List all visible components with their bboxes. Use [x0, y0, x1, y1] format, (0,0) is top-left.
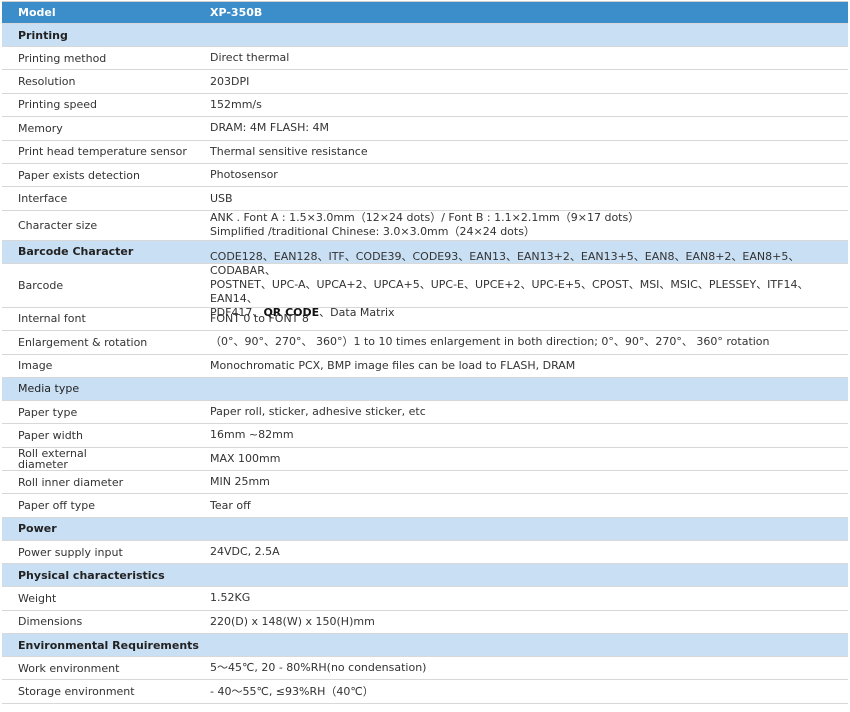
spec-label: Character size	[18, 218, 98, 232]
spec-row: Storage environment - 40～55℃, ≤93%RH（40℃…	[2, 680, 848, 704]
section-title: Environmental Requirements	[18, 638, 199, 652]
spec-row: Roll inner diameter MIN 25mm	[2, 471, 848, 495]
spec-row: Barcode CODE128、EAN128、ITF、CODE39、CODE93、…	[2, 250, 848, 319]
section-title: Power	[18, 522, 57, 536]
spec-value-line: CODE128、EAN128、ITF、CODE39、CODE93、EAN13、E…	[210, 250, 800, 278]
model-value: XP-350B	[210, 5, 263, 19]
spec-value: 220(D) x 148(W) x 150(H)mm	[210, 614, 375, 628]
section-header: Physical characteristics	[2, 564, 848, 588]
spec-label: Paper type	[18, 405, 78, 419]
spec-label: Paper width	[18, 428, 83, 442]
spec-row: Resolution 203DPI	[2, 70, 848, 94]
spec-value: - 40～55℃, ≤93%RH（40℃）	[210, 684, 374, 698]
spec-label: Resolution	[18, 75, 76, 89]
spec-row: Paper off type Tear off	[2, 494, 848, 518]
spec-label: Internal font	[18, 312, 86, 326]
section-header: Printing	[2, 24, 848, 47]
spec-value: 24VDC, 2.5A	[210, 545, 280, 559]
section-title: Printing	[18, 28, 68, 42]
spec-label: Printing speed	[18, 98, 98, 112]
section-title: Physical characteristics	[18, 568, 165, 582]
spec-label: Enlargement & rotation	[18, 335, 148, 349]
spec-label: Print head temperature sensor	[18, 145, 187, 159]
spec-row: Image Monochromatic PCX, BMP image files …	[2, 355, 848, 378]
spec-row: Paper width 16mm ~82mm	[2, 424, 848, 448]
spec-row: Enlargement & rotation （0°、90°、270°、 360°…	[2, 331, 848, 355]
spec-row: Print head temperature sensor Thermal sen…	[2, 141, 848, 164]
spec-value: 1.52KG	[210, 591, 251, 605]
spec-value-line: POSTNET、UPC-A、UPCA+2、UPCA+5、UPC-E、UPCE+2…	[210, 278, 809, 306]
spec-row: Internal font FONT 0 to FONT 8	[2, 308, 848, 332]
spec-value: Paper roll, sticker, adhesive sticker, e…	[210, 405, 426, 419]
spec-value-line: Simplified /traditional Chinese: 3.0×3.0…	[210, 225, 535, 239]
spec-row: Work environment 5～45℃, 20 - 80%RH(no con…	[2, 657, 848, 681]
spec-value: Thermal sensitive resistance	[210, 144, 368, 158]
spec-label: Dimensions	[18, 615, 83, 629]
spec-row: Printing method Direct thermal	[2, 47, 848, 71]
spec-label: Paper off type	[18, 499, 96, 513]
spec-value: DRAM: 4M FLASH: 4M	[210, 121, 330, 135]
spec-value: Tear off	[210, 498, 251, 512]
spec-row: Weight 1.52KG	[2, 587, 848, 611]
spec-table: Model XP-350B Printing Printing method Dir…	[2, 1, 848, 704]
spec-label: Barcode	[18, 278, 64, 292]
spec-value: 16mm ~82mm	[210, 428, 294, 442]
section-header: Environmental Requirements	[2, 634, 848, 658]
spec-value: USB	[210, 191, 233, 205]
spec-label: Work environment	[18, 661, 120, 675]
model-label: Model	[18, 6, 56, 19]
spec-label: Roll inner diameter	[18, 475, 124, 489]
spec-label: Weight	[18, 591, 57, 605]
section-header: Media type	[2, 377, 848, 401]
spec-value: 152mm/s	[210, 97, 262, 111]
spec-label: Roll external diameter	[2, 448, 194, 470]
spec-row: Character size ANK . Font A : 1.5×3.0mm（1…	[2, 211, 848, 241]
spec-row: Printing speed 152mm/s	[2, 94, 848, 118]
section-header: Power	[2, 517, 848, 541]
spec-row: Interface USB	[2, 187, 848, 211]
section-title: Media type	[18, 382, 80, 396]
spec-label: Storage environment	[18, 685, 135, 699]
model-row: Model XP-350B	[2, 2, 848, 24]
spec-value: 5～45℃, 20 - 80%RH(no condensation)	[210, 661, 427, 675]
spec-value: ANK . Font A : 1.5×3.0mm（12×24 dots）/ Fo…	[194, 211, 848, 239]
spec-row: Power supply input 24VDC, 2.5A	[2, 541, 848, 565]
spec-value: MIN 25mm	[210, 475, 270, 489]
spec-row: Memory DRAM: 4M FLASH: 4M	[2, 117, 848, 141]
spec-row: Dimensions 220(D) x 148(W) x 150(H)mm	[2, 611, 848, 635]
spec-row: Roll external diameter MAX 100mm	[2, 448, 848, 472]
spec-value: 203DPI	[210, 74, 250, 88]
spec-label: Printing method	[18, 51, 107, 65]
spec-label: Image	[18, 359, 53, 373]
spec-label: Paper exists detection	[18, 168, 141, 182]
spec-value: Direct thermal	[210, 51, 290, 65]
spec-value: Monochromatic PCX, BMP image files can b…	[210, 358, 576, 372]
spec-row: Paper type Paper roll, sticker, adhesive …	[2, 401, 848, 425]
spec-value-line: ANK . Font A : 1.5×3.0mm（12×24 dots）/ Fo…	[210, 211, 640, 225]
spec-value: CODE128、EAN128、ITF、CODE39、CODE93、EAN13、E…	[194, 250, 848, 320]
spec-value: Photosensor	[210, 168, 278, 182]
spec-value: FONT 0 to FONT 8	[210, 311, 309, 325]
spec-label: Power supply input	[18, 545, 123, 559]
spec-value: （0°、90°、270°、 360°）1 to 10 times enlarge…	[210, 335, 770, 349]
spec-value: MAX 100mm	[210, 451, 281, 465]
spec-label: Memory	[18, 121, 63, 135]
spec-label-line: diameter	[18, 457, 68, 471]
spec-row: Paper exists detection Photosensor	[2, 164, 848, 188]
spec-label: Interface	[18, 192, 68, 206]
